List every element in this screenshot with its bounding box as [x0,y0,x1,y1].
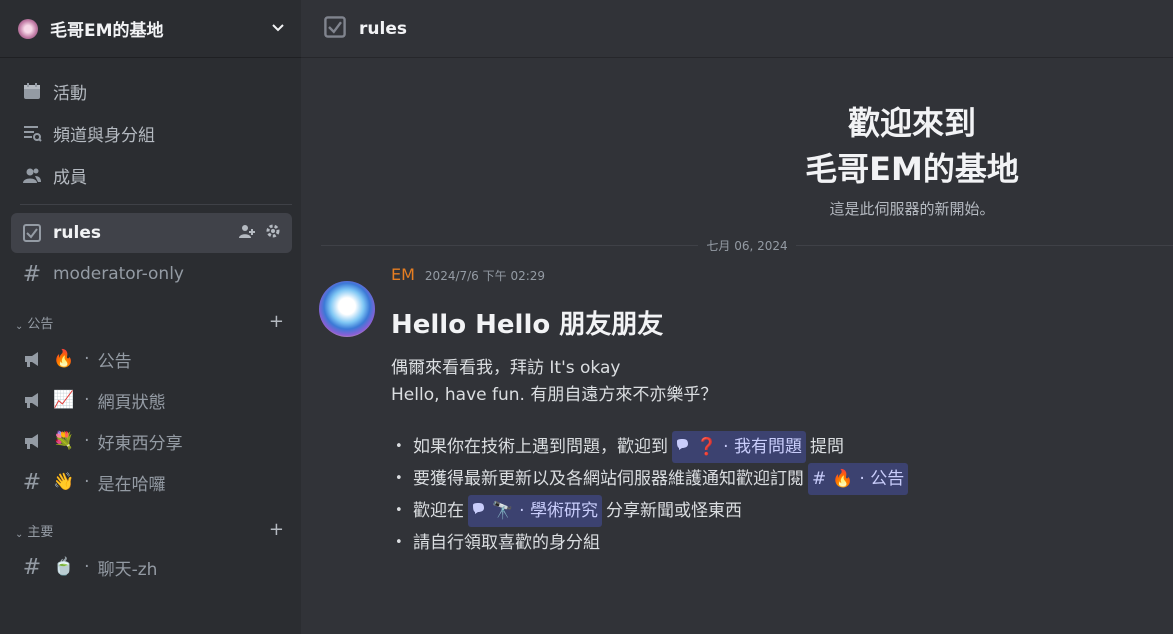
list-item-text: 請自行領取喜歡的身分組 [413,533,600,553]
chart-increasing-icon: 📈 [53,390,75,410]
channel-rules[interactable]: rules [11,213,292,253]
welcome-block: 歡迎來到 毛哥EM的基地 這是此伺服器的新開始。 [301,58,1173,219]
telescope-icon: 🔭 [492,501,514,521]
list-item-text: 如果你在技術上遇到問題，歡迎到 [413,437,668,457]
message-body: 偶爾來看看我，拜訪 It's okay Hello, have fun. 有朋自… [391,355,1153,409]
welcome-line-1: 歡迎來到 [847,104,976,142]
calendar-icon [21,81,43,101]
nav-channels-roles[interactable]: 頻道與身分組 [11,112,293,154]
bouquet-icon: 💐 [53,431,75,451]
message-body-line: Hello, have fun. 有朋自遠方來不亦樂乎？ [391,385,718,405]
gear-icon[interactable] [264,222,282,244]
channel-title: rules [359,18,407,39]
list-item: • 要獲得最新更新以及各網站伺服器維護通知歡迎訂閱 # 🔥 · 公告 [391,463,1153,495]
invite-member-icon[interactable] [238,222,256,244]
channel-label: 公告 [97,351,132,372]
message-timestamp: 2024/7/6 下午 02:29 [424,269,546,283]
channel-web-status[interactable]: 📈 · 網頁狀態 [11,380,292,420]
message-bullet-list: • 如果你在技術上遇到問題，歡迎到 ❓ · 我有問題 提問 • 要獲得最新更新以… [391,431,1153,559]
mention-label: · 公告 [859,469,905,489]
message-author[interactable]: EM [391,265,415,284]
message: EM 2024/7/6 下午 02:29 Hello Hello 朋友朋友 偶爾… [301,255,1173,559]
list-item-text: 歡迎在 [413,501,464,521]
rules-channel-icon [21,223,43,243]
channel-moderator-only[interactable]: # moderator-only [11,254,292,294]
mention-label: · 學術研究 [519,501,598,521]
channel-mention-announce[interactable]: # 🔥 · 公告 [808,463,909,495]
chevron-down-icon: ⌄ [15,321,24,332]
category-main[interactable]: ⌄ 主要 + [11,506,292,546]
channel-mention-research[interactable]: 🔭 · 學術研究 [468,495,602,527]
question-icon: ❓ [696,437,718,457]
hashtag-icon: # [22,469,42,495]
channel-label: 好東西分享 [97,433,183,454]
message-heading: Hello Hello 朋友朋友 [391,310,664,340]
chevron-down-icon: ⌄ [15,529,24,540]
members-icon [21,165,43,185]
megaphone-icon [21,431,43,451]
fire-icon: 🔥 [53,349,75,369]
channel-chat-zh[interactable]: # 🍵 · 聊天-zh [11,547,292,587]
fire-icon: 🔥 [832,469,854,489]
list-item: • 如果你在技術上遇到問題，歡迎到 ❓ · 我有問題 提問 [391,431,1153,463]
sidebar-divider [20,204,292,205]
list-item: • 請自行領取喜歡的身分組 [391,527,1153,559]
avatar[interactable] [319,281,375,337]
megaphone-icon [21,390,43,410]
list-item-text: 提問 [809,437,844,457]
channel-rules-label: rules [53,223,101,243]
tea-icon: 🍵 [53,557,75,577]
channel-label: 聊天-zh [97,559,158,580]
list-item-text: 分享新聞或怪東西 [605,501,742,521]
waving-hand-icon: 👋 [53,472,75,492]
category-label: 公告 [27,317,54,332]
forum-icon [472,495,486,527]
nav-events[interactable]: 活動 [11,70,293,112]
server-avatar-icon [18,18,38,39]
chevron-down-icon[interactable] [271,20,285,38]
hashtag-icon: # [22,554,42,580]
mention-label: · 我有問題 [723,437,802,457]
add-channel-icon[interactable]: + [269,311,284,332]
server-sidebar: 毛哥EM的基地 活動 頻道與身分組 成員 rules # moderator-o… [0,0,301,634]
forum-icon [676,431,690,463]
rules-channel-icon [323,15,347,43]
channel-announce[interactable]: 🔥 · 公告 [11,339,292,379]
message-body-line: 偶爾來看看我，拜訪 It's okay [391,358,621,378]
category-announcements[interactable]: ⌄ 公告 + [11,298,292,338]
channel-label: 是在哈囉 [97,474,166,495]
hashtag-icon: # [812,469,827,489]
channel-label: 網頁狀態 [97,392,166,413]
date-divider: 七月 06, 2024 [321,235,1173,255]
channel-mention-help[interactable]: ❓ · 我有問題 [672,431,806,463]
nav-members[interactable]: 成員 [11,154,293,196]
date-divider-label: 七月 06, 2024 [698,236,796,254]
hashtag-lock-icon: # [22,261,42,287]
list-item-text: 要獲得最新更新以及各網站伺服器維護通知歡迎訂閱 [413,469,804,489]
server-name: 毛哥EM的基地 [50,21,164,41]
welcome-line-2: 毛哥EM的基地 [805,150,1019,188]
server-header[interactable]: 毛哥EM的基地 [0,0,301,58]
channel-good-stuff[interactable]: 💐 · 好東西分享 [11,421,292,461]
megaphone-icon [21,349,43,369]
add-channel-icon[interactable]: + [269,519,284,540]
category-label: 主要 [27,525,54,540]
welcome-subtitle: 這是此伺服器的新開始。 [829,200,995,218]
nav-events-label: 活動 [53,83,87,104]
channel-moderator-only-label: moderator-only [53,264,184,284]
list-item: • 歡迎在 🔭 · 學術研究 分享新聞或怪東西 [391,495,1153,527]
channel-browse-icon [21,123,43,143]
nav-members-label: 成員 [53,167,87,188]
channel-header: rules [301,0,1173,58]
channel-hello[interactable]: # 👋 · 是在哈囉 [11,462,292,502]
nav-channels-roles-label: 頻道與身分組 [53,125,155,146]
main-panel: rules 歡迎來到 毛哥EM的基地 這是此伺服器的新開始。 七月 06, 20… [301,0,1173,634]
